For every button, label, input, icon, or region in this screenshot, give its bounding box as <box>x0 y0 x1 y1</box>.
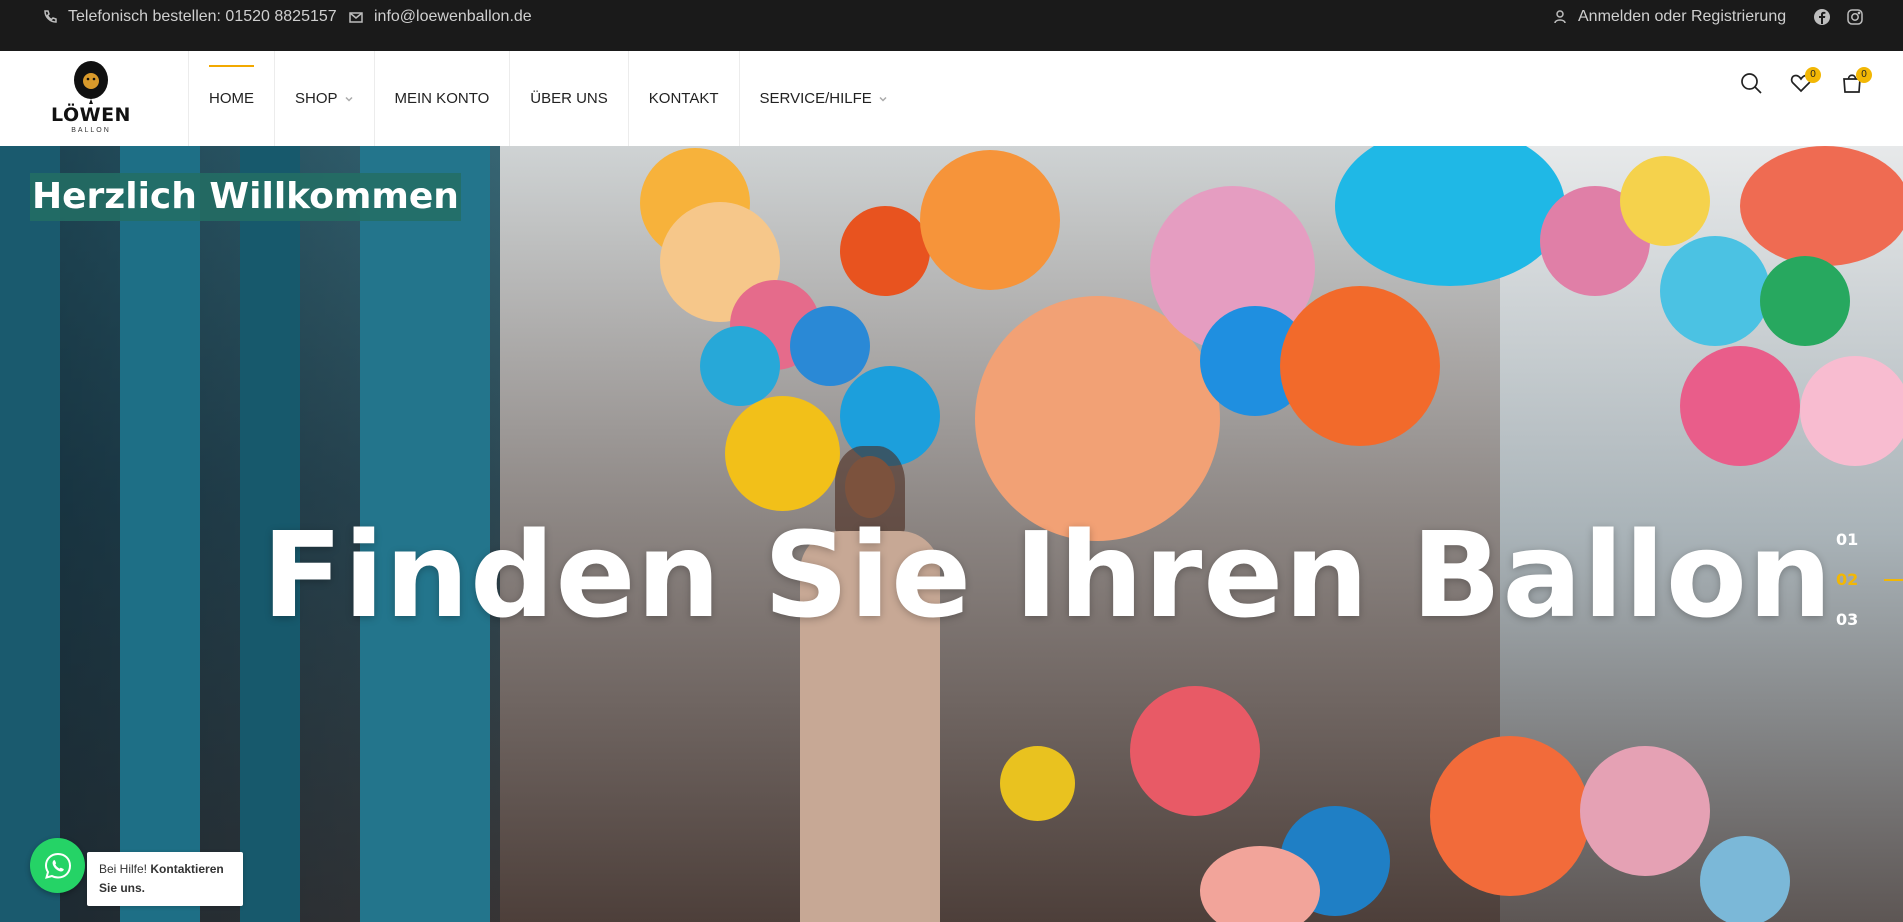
nav-item-shop[interactable]: SHOP <box>274 51 374 146</box>
nav-item-service-hilfe[interactable]: SERVICE/HILFE <box>738 51 908 146</box>
whatsapp-icon <box>44 852 71 879</box>
nav-label: MEIN KONTO <box>394 90 490 107</box>
nav-label: KONTAKT <box>648 90 719 107</box>
chevron-down-icon <box>879 96 887 102</box>
whatsapp-button[interactable] <box>30 838 85 893</box>
nav-label: SERVICE/HILFE <box>759 90 872 107</box>
search-icon[interactable] <box>1739 71 1765 97</box>
hero-slider: Herzlich Willkommen Finden Sie Ihren Bal… <box>0 146 1903 922</box>
wishlist-count-badge: 0 <box>1805 67 1821 83</box>
wishlist-button[interactable]: 0 <box>1789 67 1821 97</box>
phone-icon <box>44 10 57 23</box>
account-link[interactable]: Anmelden oder Registrierung <box>1552 0 1786 34</box>
nav-item-mein-konto[interactable]: MEIN KONTO <box>373 51 510 146</box>
user-icon <box>1554 10 1566 24</box>
phone-link[interactable]: Telefonisch bestellen: 01520 8825157 <box>42 0 337 34</box>
phone-text: Telefonisch bestellen: 01520 8825157 <box>68 8 337 25</box>
whatsapp-prefix: Bei Hilfe! <box>99 862 148 876</box>
logo-sub: BALLON <box>71 127 111 134</box>
lion-balloon-logo-icon <box>74 61 108 104</box>
slide-dot-02[interactable]: 02 <box>1836 570 1858 589</box>
nav-item-kontakt[interactable]: KONTAKT <box>627 51 739 146</box>
nav-label: ÜBER UNS <box>530 90 608 107</box>
main-header: LÖWEN BALLON HOME SHOP MEIN KONTO ÜBER U… <box>0 51 1903 147</box>
email-text: info@loewenballon.de <box>374 8 532 25</box>
facebook-icon[interactable] <box>1813 8 1831 26</box>
whatsapp-tooltip[interactable]: Bei Hilfe! Kontaktieren Sie uns. <box>87 852 243 906</box>
top-bar: Telefonisch bestellen: 01520 8825157 inf… <box>0 0 1903 51</box>
site-logo[interactable]: LÖWEN BALLON <box>50 59 132 137</box>
chevron-down-icon <box>344 96 353 102</box>
mail-icon <box>349 12 363 23</box>
welcome-title: Herzlich Willkommen <box>30 173 461 221</box>
email-link[interactable]: info@loewenballon.de <box>348 0 532 34</box>
nav-label: SHOP <box>295 90 338 107</box>
cart-button[interactable]: 0 <box>1840 67 1872 97</box>
cart-count-badge: 0 <box>1856 67 1872 83</box>
account-text: Anmelden oder Registrierung <box>1578 8 1787 25</box>
hero-headline: Finden Sie Ihren Ballon <box>262 506 1833 644</box>
main-nav: HOME SHOP MEIN KONTO ÜBER UNS KONTAKT SE… <box>188 51 908 146</box>
active-slide-indicator <box>1884 579 1903 581</box>
nav-item-ueber-uns[interactable]: ÜBER UNS <box>509 51 628 146</box>
instagram-icon[interactable] <box>1846 8 1864 26</box>
logo-name: LÖWEN <box>51 104 131 126</box>
nav-label: HOME <box>209 90 254 107</box>
nav-item-home[interactable]: HOME <box>188 51 274 146</box>
slide-dot-03[interactable]: 03 <box>1836 610 1858 629</box>
slide-dot-01[interactable]: 01 <box>1836 530 1858 549</box>
